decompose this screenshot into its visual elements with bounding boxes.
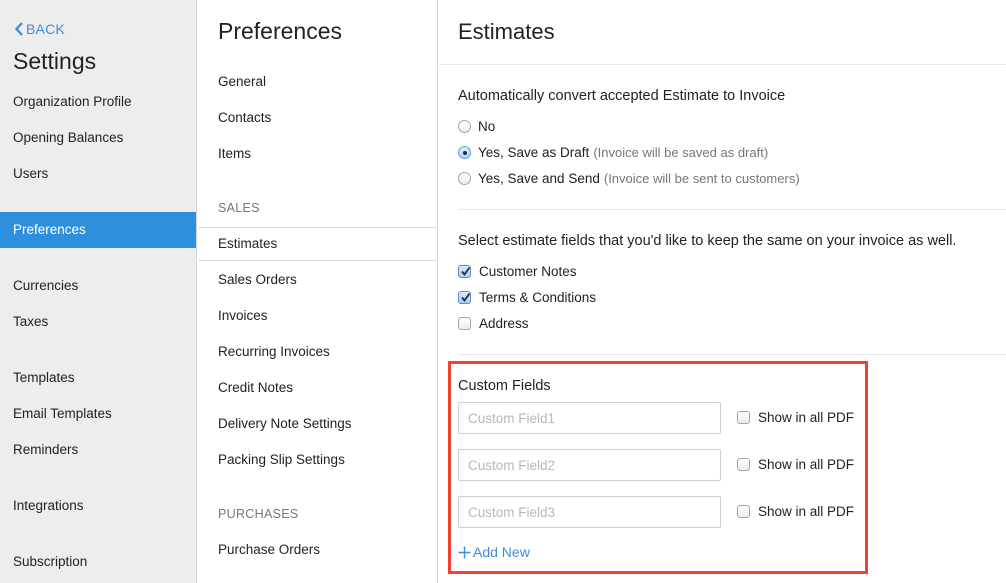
add-new-label: Add New bbox=[473, 544, 530, 560]
purchases-section-header: PURCHASES bbox=[218, 507, 299, 521]
show-in-pdf-3[interactable]: Show in all PDF bbox=[737, 504, 854, 519]
sales-section-header: SALES bbox=[218, 201, 260, 215]
pref-item-estimates[interactable]: Estimates bbox=[198, 227, 437, 261]
pref-item-recurring-invoices[interactable]: Recurring Invoices bbox=[198, 336, 437, 368]
sidebar-item-currencies[interactable]: Currencies bbox=[0, 268, 196, 304]
checkbox[interactable] bbox=[737, 505, 750, 518]
page-title: Estimates bbox=[458, 19, 555, 44]
plus-icon bbox=[458, 546, 471, 558]
radio-button-selected[interactable] bbox=[458, 146, 471, 159]
show-in-pdf-label: Show in all PDF bbox=[758, 410, 855, 425]
section-divider bbox=[458, 209, 1006, 210]
checkbox-customer-notes[interactable]: Customer Notes bbox=[458, 264, 577, 279]
sidebar-item-organization-profile[interactable]: Organization Profile bbox=[0, 84, 196, 120]
pref-item-purchase-orders[interactable]: Purchase Orders bbox=[198, 534, 437, 566]
pref-item-credit-notes[interactable]: Credit Notes bbox=[198, 372, 437, 404]
checkbox-label: Address bbox=[479, 316, 529, 331]
option-hint: (Invoice will be sent to customers) bbox=[603, 171, 800, 186]
custom-fields-label: Custom Fields bbox=[458, 378, 551, 394]
back-link[interactable]: BACK bbox=[14, 21, 65, 37]
custom-field-3-input[interactable] bbox=[458, 496, 721, 528]
checkbox[interactable] bbox=[737, 458, 750, 471]
preferences-menu: Preferences General Contacts Items SALES… bbox=[198, 0, 438, 583]
checkbox-checked[interactable] bbox=[458, 291, 471, 304]
pref-item-items[interactable]: Items bbox=[198, 138, 437, 170]
checkbox-address[interactable]: Address bbox=[458, 316, 529, 331]
checkbox-checked[interactable] bbox=[458, 265, 471, 278]
radio-option-save-and-send[interactable]: Yes, Save and Send (Invoice will be sent… bbox=[458, 171, 800, 186]
checkmark-icon bbox=[461, 292, 471, 302]
sidebar-item-subscription[interactable]: Subscription bbox=[0, 544, 196, 580]
sidebar-item-email-templates[interactable]: Email Templates bbox=[0, 396, 196, 432]
option-label: No bbox=[478, 119, 496, 134]
radio-option-save-as-draft[interactable]: Yes, Save as Draft (Invoice will be save… bbox=[458, 145, 768, 160]
radio-button[interactable] bbox=[458, 120, 471, 133]
show-in-pdf-2[interactable]: Show in all PDF bbox=[737, 457, 854, 472]
auto-convert-label: Automatically convert accepted Estimate … bbox=[458, 88, 786, 104]
custom-field-1-input[interactable] bbox=[458, 402, 721, 434]
pref-item-delivery-note-settings[interactable]: Delivery Note Settings bbox=[198, 408, 437, 440]
title-divider bbox=[439, 64, 1006, 65]
option-label: Yes, Save and Send bbox=[478, 171, 600, 186]
show-in-pdf-1[interactable]: Show in all PDF bbox=[737, 410, 854, 425]
checkbox-label: Terms & Conditions bbox=[479, 290, 597, 305]
custom-field-2-input[interactable] bbox=[458, 449, 721, 481]
add-new-button[interactable]: Add New bbox=[458, 544, 530, 560]
checkbox-terms-conditions[interactable]: Terms & Conditions bbox=[458, 290, 596, 305]
checkbox[interactable] bbox=[737, 411, 750, 424]
pref-item-packing-slip-settings[interactable]: Packing Slip Settings bbox=[198, 444, 437, 476]
section-divider bbox=[458, 354, 1006, 355]
radio-button[interactable] bbox=[458, 172, 471, 185]
pref-item-invoices[interactable]: Invoices bbox=[198, 300, 437, 332]
sidebar-item-templates[interactable]: Templates bbox=[0, 360, 196, 396]
sidebar-item-reminders[interactable]: Reminders bbox=[0, 432, 196, 468]
sidebar-item-users[interactable]: Users bbox=[0, 156, 196, 192]
retain-fields-label: Select estimate fields that you'd like t… bbox=[458, 233, 957, 249]
estimates-settings-panel: Estimates Automatically convert accepted… bbox=[439, 0, 1006, 583]
option-label: Yes, Save as Draft bbox=[478, 145, 590, 160]
sidebar-item-taxes[interactable]: Taxes bbox=[0, 304, 196, 340]
preferences-title: Preferences bbox=[218, 18, 343, 44]
sidebar-item-opening-balances[interactable]: Opening Balances bbox=[0, 120, 196, 156]
back-label: BACK bbox=[26, 21, 65, 37]
checkmark-icon bbox=[461, 266, 471, 276]
settings-sidebar: BACK Settings Organization Profile Openi… bbox=[0, 0, 197, 583]
checkbox-label: Customer Notes bbox=[479, 264, 577, 279]
pref-item-general[interactable]: General bbox=[198, 66, 437, 98]
checkbox[interactable] bbox=[458, 317, 471, 330]
chevron-left-icon bbox=[14, 22, 23, 36]
option-hint: (Invoice will be saved as draft) bbox=[593, 145, 769, 160]
show-in-pdf-label: Show in all PDF bbox=[758, 504, 855, 519]
pref-item-contacts[interactable]: Contacts bbox=[198, 102, 437, 134]
radio-option-no[interactable]: No bbox=[458, 119, 495, 134]
sidebar-item-integrations[interactable]: Integrations bbox=[0, 488, 196, 524]
show-in-pdf-label: Show in all PDF bbox=[758, 457, 855, 472]
sidebar-item-preferences[interactable]: Preferences bbox=[0, 212, 196, 248]
settings-title: Settings bbox=[13, 48, 97, 74]
pref-item-sales-orders[interactable]: Sales Orders bbox=[198, 264, 437, 296]
